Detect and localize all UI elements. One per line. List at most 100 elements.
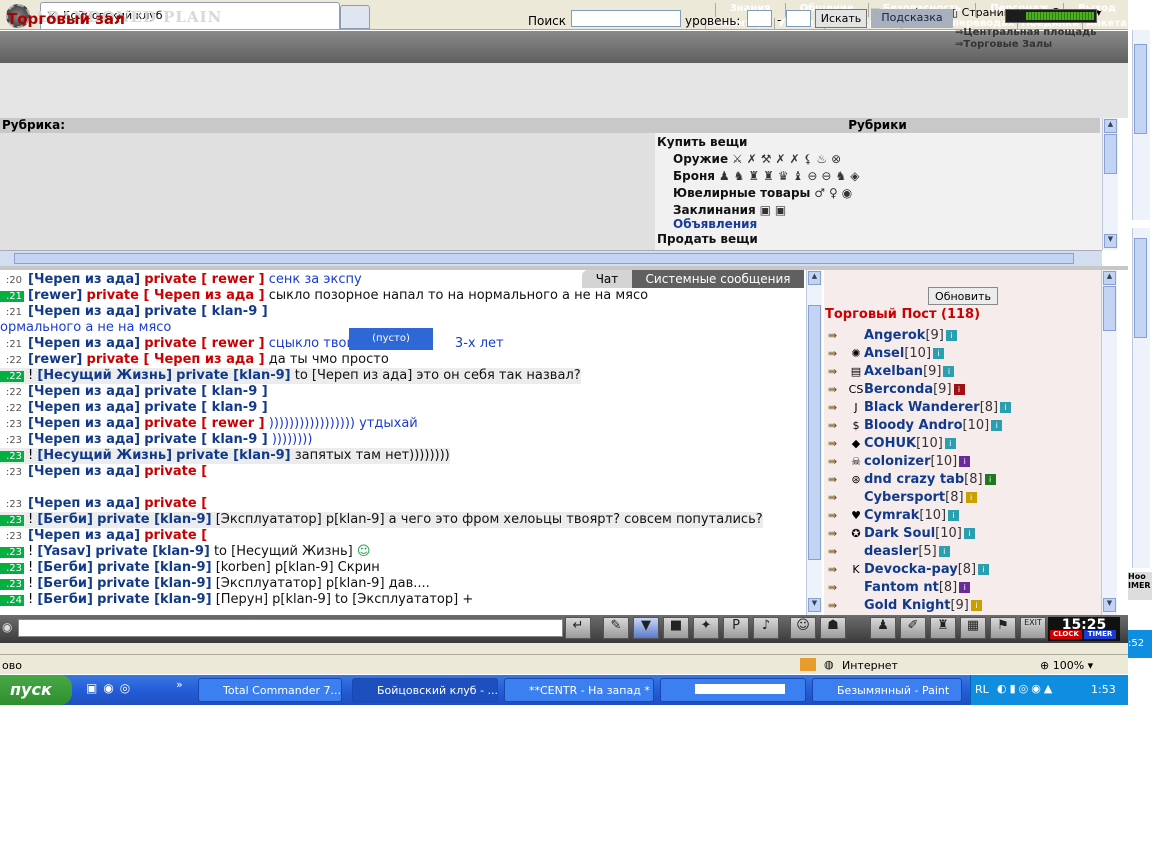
trade-action-icon[interactable]: ⇛ [828,347,848,360]
scroll-icon[interactable]: ✐ [900,617,926,639]
sender-name[interactable]: [Бегби] [37,592,93,607]
player-name[interactable]: Bloody Andro [864,418,963,433]
sell-items[interactable]: Продать вещи [657,232,758,246]
mask-icon[interactable]: ☗ [820,617,846,639]
weapons-icons[interactable]: ⚔✗⚒✗✗⚸♨⊗ [732,152,845,166]
smile-icon[interactable]: ☺ [790,617,816,639]
info-icon[interactable]: i [953,384,965,395]
translit-icon[interactable]: P [723,617,749,639]
trade-action-icon[interactable]: ⇛ [828,581,848,594]
timer-label[interactable]: TIMER [1084,630,1116,639]
scroll-up-icon[interactable]: ▲ [1104,119,1117,133]
send-icon[interactable]: ↵ [565,617,591,639]
player-name[interactable]: Angerok [864,328,925,343]
start-button[interactable]: пуск [0,675,72,705]
sender-name[interactable]: [Бегби] [37,512,93,527]
private-target[interactable]: private [klan-9] [95,544,209,559]
player-name[interactable]: dnd crazy tab [864,472,964,487]
sound-icon[interactable]: ♪ [753,617,779,639]
chat-scrollbar[interactable]: ▲ ▼ [806,270,822,615]
armor-icons[interactable]: ♟♞♜♜♛♝⊖⊖♞◈ [719,169,864,183]
refresh-button[interactable]: Обновить [928,287,998,305]
page-scrollbar-lower[interactable] [1132,228,1150,568]
player-name[interactable]: Cymrak [864,508,919,523]
info-icon[interactable]: i [938,546,950,557]
trade-action-icon[interactable]: ⇛ [828,509,848,522]
trade-action-icon[interactable]: ⇛ [828,599,848,612]
private-target[interactable]: private [klan-9] [176,368,290,383]
task-fight-club[interactable]: Бойцовский клуб - ... [352,678,498,702]
private-target[interactable]: private [ rewer ] [144,336,264,351]
info-icon[interactable]: i [970,600,982,611]
info-icon[interactable]: i [963,528,975,539]
chat-mode-icon[interactable]: ◉ [2,620,12,634]
player-name[interactable]: Axelban [864,364,923,379]
private-target[interactable]: private [ [144,528,207,543]
link-central-square[interactable]: ⇒Центральная площадь [955,27,1097,38]
private-target[interactable]: private [klan-9] [97,592,211,607]
private-target[interactable]: private [klan-9] [176,448,290,463]
search-button[interactable]: Искать [815,9,867,28]
language-indicator[interactable]: RL [975,683,989,696]
info-icon[interactable]: i [959,456,971,467]
level-to-input[interactable] [786,10,811,27]
sender-name[interactable]: [rewer] [28,352,82,367]
trade-action-icon[interactable]: ⇛ [828,545,848,558]
trade-action-icon[interactable]: ⇛ [828,401,848,414]
private-target[interactable]: private [ klan-9 ] [144,304,267,319]
zoom-control[interactable]: ⊕ 100% ▾ [1040,659,1093,672]
player-name[interactable]: Cybersport [864,490,945,505]
private-target[interactable]: private [ klan-9 ] [144,384,267,399]
eraser-icon[interactable]: ✎ [603,617,629,639]
scroll-thumb[interactable] [1134,44,1147,134]
sender-name[interactable]: [Череп из ада] [28,272,140,287]
sender-name[interactable]: [Бегби] [37,576,93,591]
sender-name[interactable]: [Череп из ада] [28,432,140,447]
player-name[interactable]: Black Wanderer [864,400,980,415]
trade-action-icon[interactable]: ⇛ [828,527,848,540]
private-target[interactable]: private [ rewer ] [144,416,264,431]
trade-action-icon[interactable]: ⇛ [828,473,848,486]
quick-launch-expand-icon[interactable]: » [176,678,183,691]
player-name[interactable]: Ansel [864,346,904,361]
trade-action-icon[interactable]: ⇛ [828,437,848,450]
sender-name[interactable]: [Череп из ада] [28,304,140,319]
sender-name[interactable]: [Череп из ада] [28,336,140,351]
private-target[interactable]: private [ Череп из ада ] [87,288,265,303]
sender-name[interactable]: [Череп из ада] [28,496,140,511]
search-input[interactable] [571,10,681,27]
chat-input[interactable] [18,619,563,637]
private-target[interactable]: private [ rewer ] [144,272,264,287]
page-scrollbar[interactable] [1132,30,1150,220]
scroll-down-icon[interactable]: ▼ [1103,598,1116,612]
scroll-up-icon[interactable]: ▲ [1103,271,1116,285]
horizontal-scrollbar[interactable] [0,250,1102,266]
task-folder[interactable] [660,678,806,702]
private-target[interactable]: private [ [144,496,207,511]
scroll-thumb[interactable] [1103,286,1116,331]
category-weapons[interactable]: Оружие ⚔✗⚒✗✗⚸♨⊗ [673,152,845,166]
private-target[interactable]: private [klan-9] [97,512,211,527]
scroll-thumb[interactable] [1104,134,1117,174]
info-icon[interactable]: i [943,366,955,377]
private-target[interactable]: private [ klan-9 ] [144,432,267,447]
sender-name[interactable]: [Несущий Жизнь] [37,448,172,463]
gift-icon[interactable]: ▦ [960,617,986,639]
rubrics-scrollbar[interactable]: ▲ ▼ [1102,118,1118,250]
player-name[interactable]: Berconda [864,382,933,397]
armor-icon[interactable]: ♜ [930,617,956,639]
private-target[interactable]: private [ Череп из ада ] [87,352,265,367]
player-name[interactable]: Fantom nt [864,580,939,595]
sender-name[interactable]: [Череп из ада] [28,416,140,431]
sender-name[interactable]: [Череп из ада] [28,528,140,543]
ads-link[interactable]: Объявления [673,217,757,231]
hscroll-thumb[interactable] [14,253,1074,264]
clock-label[interactable]: CLOCK [1050,630,1082,639]
flag-icon[interactable]: ⚑ [990,617,1016,639]
task-centr[interactable]: **CENTR - На запад * [504,678,654,702]
category-spells[interactable]: Заклинания ▣▣ [673,203,790,217]
category-jewelry[interactable]: Ювелирные товары ♂♀◉ [673,186,856,200]
quick-launch-icons[interactable]: ▣◉◎ [86,681,136,695]
player-name[interactable]: Gold Knight [864,598,950,613]
players-scrollbar[interactable]: ▲ ▼ [1101,270,1117,615]
